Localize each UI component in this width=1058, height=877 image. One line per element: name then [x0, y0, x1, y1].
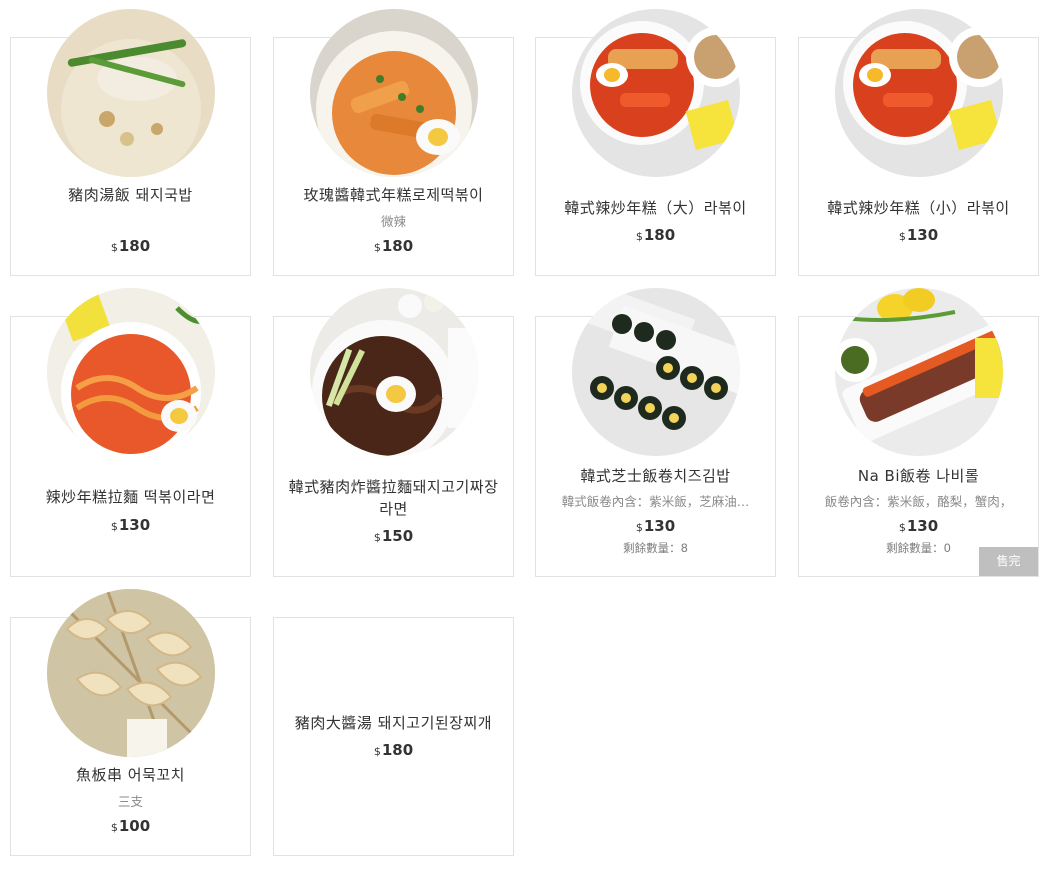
item-price: $180	[373, 741, 414, 759]
item-price: $180	[373, 237, 414, 255]
item-price: $100	[110, 817, 151, 835]
cheese-kimbap-photo	[572, 288, 740, 456]
item-name: 韓式辣炒年糕（小）라볶이	[827, 199, 1010, 217]
item-name: 辣炒年糕拉麵 떡볶이라면	[45, 488, 216, 506]
item-name: 韓式辣炒年糕（大）라볶이	[564, 199, 747, 217]
item-name: 魚板串 어묵꼬치	[76, 766, 185, 784]
stock-remaining: 剩餘數量：8	[623, 541, 688, 555]
menu-item-card[interactable]: 韓式芝士飯卷치즈김밥 韓式飯卷內含：紫米飯，芝麻油… $130 剩餘數量：8	[535, 288, 776, 577]
item-price: $180	[110, 237, 151, 255]
item-price: $180	[635, 226, 676, 244]
menu-grid: 豬肉湯飯 돼지국밥 $180 玫瑰醬韓式年糕로제떡볶이 微辣 $180 韓式辣炒…	[0, 0, 1058, 877]
item-price: $150	[373, 527, 414, 545]
item-price: $130	[898, 226, 939, 244]
rabokki-small-photo	[835, 9, 1003, 177]
item-note: 微辣	[380, 214, 406, 229]
item-price: $130	[110, 516, 151, 534]
tteokbokki-ramen-photo	[47, 288, 215, 456]
pork-soup-rice-photo	[47, 9, 215, 177]
item-name: Na Bi飯卷 나비롤	[857, 467, 980, 485]
sold-out-badge: 售完	[979, 547, 1038, 576]
item-name: 韓式芝士飯卷치즈김밥	[580, 467, 731, 485]
item-price: $130	[898, 517, 939, 535]
nabi-roll-photo	[835, 288, 1003, 456]
jjajang-ramen-photo	[310, 288, 478, 456]
item-name: 玫瑰醬韓式年糕로제떡볶이	[303, 186, 484, 204]
item-name: 韓式豬肉炸醬拉麵돼지고기짜장라면	[288, 478, 499, 518]
menu-item-card[interactable]: Na Bi飯卷 나비롤 飯卷內含：紫米飯，酪梨，蟹肉， $130 剩餘數量：0 …	[798, 288, 1039, 577]
item-name: 豬肉大醬湯 돼지고기된장찌개	[294, 714, 493, 732]
menu-item-card[interactable]: 韓式豬肉炸醬拉麵돼지고기짜장라면 $150	[273, 288, 514, 577]
menu-item-card[interactable]: 豬肉大醬湯 돼지고기된장찌개 $180	[273, 617, 514, 856]
rabokki-large-photo	[572, 9, 740, 177]
item-name: 豬肉湯飯 돼지국밥	[68, 186, 193, 204]
menu-item-card[interactable]: 玫瑰醬韓式年糕로제떡볶이 微辣 $180	[273, 9, 514, 276]
menu-item-card[interactable]: 魚板串 어묵꼬치 三支 $100	[10, 589, 251, 856]
menu-item-card[interactable]: 韓式辣炒年糕（大）라볶이 $180	[535, 9, 776, 276]
item-note: 飯卷內含：紫米飯，酪梨，蟹肉，	[824, 494, 1013, 509]
fishcake-skewer-photo	[47, 589, 215, 757]
item-note: 韓式飯卷內含：紫米飯，芝麻油…	[561, 494, 750, 509]
item-note: 三支	[117, 794, 143, 809]
menu-item-card[interactable]: 辣炒年糕拉麵 떡볶이라면 $130	[10, 288, 251, 577]
menu-item-card[interactable]: 豬肉湯飯 돼지국밥 $180	[10, 9, 251, 276]
item-price: $130	[635, 517, 676, 535]
menu-item-card[interactable]: 韓式辣炒年糕（小）라볶이 $130	[798, 9, 1039, 276]
rose-tteokbokki-photo	[310, 9, 478, 177]
